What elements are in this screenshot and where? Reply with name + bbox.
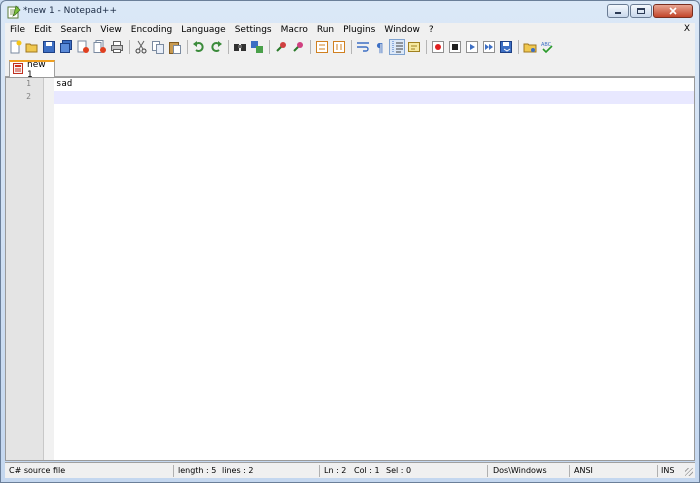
cut-icon[interactable]	[133, 39, 149, 55]
play-macro-icon[interactable]	[464, 39, 480, 55]
menu-file[interactable]: File	[5, 25, 29, 35]
menu-edit[interactable]: Edit	[29, 25, 55, 35]
run-macro-multiple-icon[interactable]	[481, 39, 497, 55]
undo-icon[interactable]	[191, 39, 207, 55]
menu-encoding[interactable]: Encoding	[126, 25, 176, 35]
current-line-highlight	[54, 91, 694, 104]
status-bar: C# source file length : 5 lines : 2 Ln :…	[5, 462, 695, 478]
status-divider	[319, 465, 320, 477]
line-number: 1	[26, 79, 31, 88]
window-title: *new 1 - Notepad++	[23, 6, 117, 16]
status-sel: Sel : 0	[386, 466, 412, 475]
unsaved-file-icon	[13, 62, 23, 77]
notepadpp-app-icon[interactable]	[7, 5, 21, 19]
close-x-icon	[669, 7, 677, 15]
status-divider	[569, 465, 570, 477]
find-icon[interactable]	[232, 39, 248, 55]
menu-view[interactable]: View	[95, 25, 125, 35]
status-length: length : 5	[178, 466, 217, 475]
print-icon[interactable]	[109, 39, 125, 55]
sync-vertical-icon[interactable]	[314, 39, 330, 55]
status-file-type: C# source file	[9, 466, 66, 475]
redo-icon[interactable]	[208, 39, 224, 55]
toolbar-separator	[351, 40, 352, 54]
minimize-button[interactable]	[607, 4, 629, 18]
svg-text:¶: ¶	[376, 41, 384, 54]
menu-window[interactable]: Window	[379, 25, 424, 35]
line-number-gutter: 1 2	[6, 78, 44, 460]
menu-run[interactable]: Run	[312, 25, 338, 35]
tab-new-1[interactable]: new 1	[9, 60, 55, 80]
resize-grip[interactable]	[685, 468, 693, 476]
toolbar-separator	[187, 40, 188, 54]
open-folder-icon[interactable]	[522, 39, 538, 55]
close-all-icon[interactable]	[92, 39, 108, 55]
fold-margin[interactable]	[44, 78, 54, 460]
close-document-button[interactable]: X	[684, 24, 690, 34]
toolbar-separator	[310, 40, 311, 54]
status-ln: Ln : 2	[324, 466, 347, 475]
title-bar[interactable]: *new 1 - Notepad++	[1, 1, 699, 23]
status-insert-mode[interactable]: INS	[661, 466, 674, 475]
menu-settings[interactable]: Settings	[230, 25, 276, 35]
status-encoding: ANSI	[574, 466, 593, 475]
save-icon[interactable]	[41, 39, 57, 55]
window-controls	[607, 4, 693, 18]
indent-guide-icon[interactable]	[389, 39, 405, 55]
status-divider	[173, 465, 174, 477]
menu-macro[interactable]: Macro	[276, 25, 312, 35]
open-file-icon[interactable]	[24, 39, 40, 55]
minimize-icon	[615, 12, 621, 14]
text-editor[interactable]: 1 2 sad	[5, 77, 695, 461]
menu-bar: File Edit Search View Encoding Language …	[5, 23, 695, 37]
menu-help[interactable]: ?	[424, 25, 438, 35]
paste-icon[interactable]	[167, 39, 183, 55]
save-macro-icon[interactable]	[498, 39, 514, 55]
toolbar-separator	[269, 40, 270, 54]
close-icon[interactable]	[75, 39, 91, 55]
code-line[interactable]: sad	[56, 78, 72, 91]
status-eol[interactable]: Dos\Windows	[493, 466, 547, 475]
zoom-out-icon[interactable]	[290, 39, 306, 55]
sync-horizontal-icon[interactable]	[331, 39, 347, 55]
new-file-icon[interactable]	[7, 39, 23, 55]
status-divider	[487, 465, 488, 477]
show-all-characters-icon[interactable]: ¶	[372, 39, 388, 55]
close-window-button[interactable]	[653, 4, 693, 18]
toolbar-separator	[426, 40, 427, 54]
word-wrap-icon[interactable]	[355, 39, 371, 55]
save-all-icon[interactable]	[58, 39, 74, 55]
toolbar-separator	[518, 40, 519, 54]
toolbar: ¶ ABC	[5, 37, 695, 57]
maximize-button[interactable]	[630, 4, 652, 18]
zoom-in-icon[interactable]	[273, 39, 289, 55]
user-defined-language-icon[interactable]	[406, 39, 422, 55]
line-number: 2	[26, 92, 31, 101]
maximize-icon	[637, 8, 645, 14]
tab-bar: new 1	[5, 57, 695, 80]
toolbar-separator	[228, 40, 229, 54]
status-col: Col : 1	[354, 466, 380, 475]
notepadpp-window: *new 1 - Notepad++ File Edit Search View…	[0, 0, 700, 483]
menu-plugins[interactable]: Plugins	[338, 25, 379, 35]
replace-icon[interactable]	[249, 39, 265, 55]
menu-search[interactable]: Search	[56, 25, 96, 35]
status-lines: lines : 2	[222, 466, 254, 475]
copy-icon[interactable]	[150, 39, 166, 55]
status-divider	[657, 465, 658, 477]
toolbar-separator	[129, 40, 130, 54]
stop-recording-icon[interactable]	[447, 39, 463, 55]
record-macro-icon[interactable]	[430, 39, 446, 55]
spell-check-icon[interactable]: ABC	[539, 39, 555, 55]
menu-language[interactable]: Language	[176, 25, 229, 35]
